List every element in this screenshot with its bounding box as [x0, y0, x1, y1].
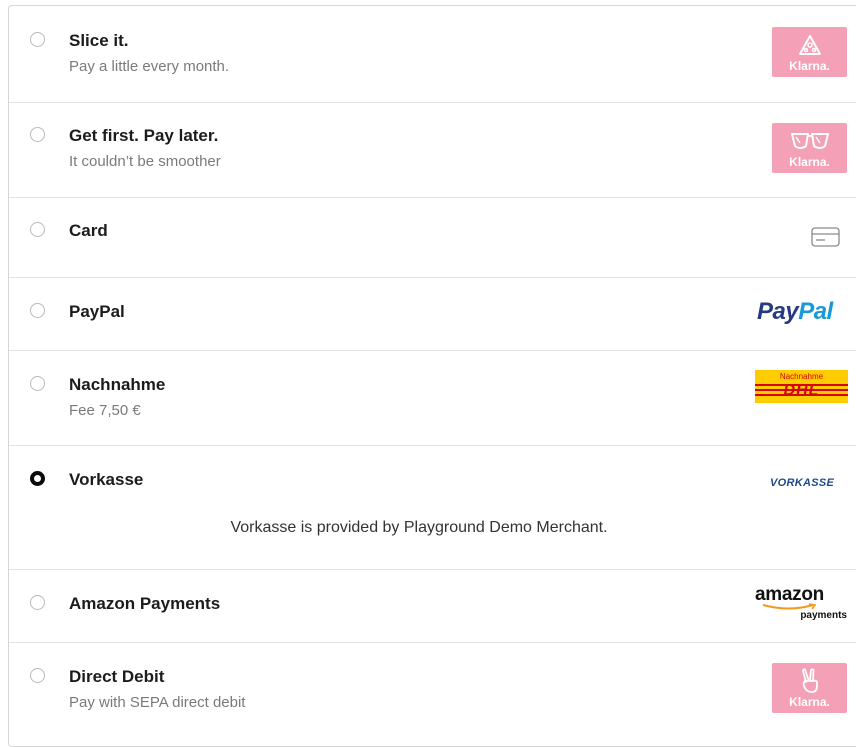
amazon-payments-sublabel: payments	[800, 610, 847, 621]
option-subtitle: It couldn’t be smoother	[69, 153, 221, 170]
option-title: Amazon Payments	[69, 594, 221, 613]
klarna-logo: Klarna.	[772, 663, 847, 713]
payment-option-card[interactable]: Card	[9, 197, 856, 278]
radio-direct-debit[interactable]	[30, 668, 45, 683]
amazon-smile-icon	[762, 603, 817, 610]
vorkasse-provider-note: Vorkasse is provided by Playground Demo …	[230, 519, 608, 536]
amazon-wordmark: amazon	[755, 584, 824, 605]
payment-option-nachnahme[interactable]: Nachnahme Fee 7,50 € Nachnahme DHL	[9, 350, 856, 446]
amazon-payments-logo: amazon payments	[751, 585, 847, 622]
option-title: Slice it.	[69, 31, 129, 50]
radio-nachnahme[interactable]	[30, 376, 45, 391]
radio-slice-it[interactable]	[30, 32, 45, 47]
payment-option-slice-it[interactable]: Slice it. Pay a little every month. Klar…	[9, 6, 856, 103]
paypal-wordmark-pay: Pay	[757, 298, 799, 325]
option-title: Get first. Pay later.	[69, 126, 219, 145]
radio-vorkasse[interactable]	[30, 471, 45, 486]
payment-method-list: Slice it. Pay a little every month. Klar…	[8, 5, 856, 747]
vorkasse-logo: VORKASSE	[770, 477, 835, 489]
dhl-nachnahme-label: Nachnahme	[779, 372, 824, 381]
payment-option-vorkasse[interactable]: Vorkasse VORKASSE Vorkasse is provided b…	[9, 445, 856, 570]
klarna-wordmark: Klarna.	[789, 59, 830, 73]
option-subtitle: Fee 7,50 €	[69, 402, 141, 419]
klarna-wordmark: Klarna.	[789, 155, 830, 169]
pizza-slice-icon	[797, 33, 823, 57]
option-title: Vorkasse	[69, 470, 144, 489]
klarna-logo: Klarna.	[772, 123, 847, 173]
klarna-logo: Klarna.	[772, 27, 847, 77]
dhl-wordmark: DHL	[783, 382, 820, 399]
dhl-logo: Nachnahme DHL	[755, 370, 848, 403]
klarna-wordmark: Klarna.	[789, 695, 830, 709]
option-title: PayPal	[69, 302, 125, 321]
credit-card-icon	[811, 227, 841, 252]
payment-option-pay-later[interactable]: Get first. Pay later. It couldn’t be smo…	[9, 102, 856, 198]
radio-amazon-payments[interactable]	[30, 595, 45, 610]
radio-pay-later[interactable]	[30, 127, 45, 142]
payment-option-direct-debit[interactable]: Direct Debit Pay with SEPA direct debit …	[9, 642, 856, 746]
option-subtitle: Pay a little every month.	[69, 58, 230, 75]
sunglasses-icon	[790, 129, 830, 153]
option-subtitle: Pay with SEPA direct debit	[69, 694, 246, 711]
payment-option-paypal[interactable]: PayPal PayPal	[9, 277, 856, 351]
peace-hand-icon	[799, 668, 821, 693]
option-title: Card	[69, 221, 108, 240]
paypal-logo: PayPal	[757, 298, 833, 326]
paypal-wordmark-pal: Pal	[798, 298, 833, 325]
payment-option-amazon-payments[interactable]: Amazon Payments amazon payments	[9, 569, 856, 643]
radio-card[interactable]	[30, 222, 45, 237]
option-title: Direct Debit	[69, 667, 165, 686]
option-title: Nachnahme	[69, 375, 166, 394]
radio-paypal[interactable]	[30, 303, 45, 318]
